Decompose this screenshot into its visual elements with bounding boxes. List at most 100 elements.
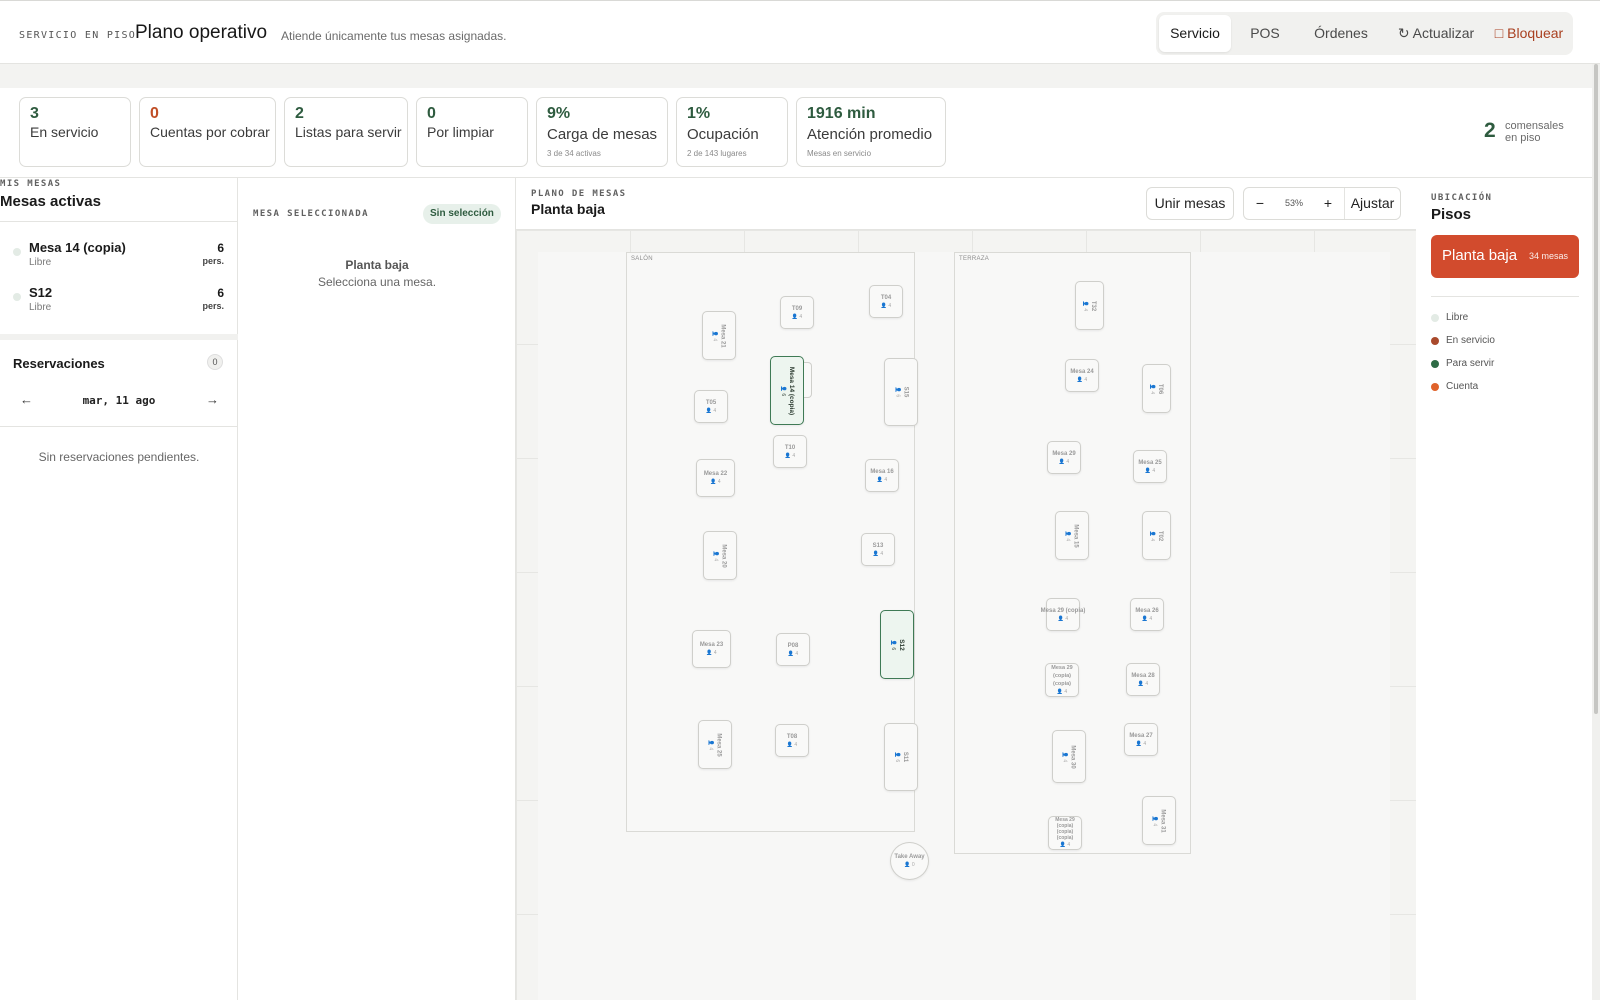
table-s11[interactable]: S11 👤 6 [884,723,918,791]
table-mesa-29-copia-copia-copia[interactable]: Mesa 29 (copia) (copia) (copia) 👤 4 [1048,816,1082,850]
table-capacity: 👤 4 [706,650,717,656]
table-label: Mesa 29 [1052,450,1076,457]
table-t05[interactable]: T05 👤 4 [694,390,728,423]
zoom-out-button[interactable]: − [1244,188,1276,219]
table-t06[interactable]: T06 👤 4 [1142,364,1171,413]
divider [0,221,238,222]
capacity-value: 4 [880,550,884,557]
capacity-value: 4 [1152,467,1156,474]
table-t09[interactable]: T09 👤 4 [780,296,814,329]
stat-value: 9% [547,105,571,122]
table-capacity: 👤 6 [894,751,900,763]
table-mesa-29[interactable]: Mesa 29 👤 4 [1047,441,1081,474]
stat-note: 2 de 143 lugares [687,149,747,158]
table-s13[interactable]: S13 👤 4 [861,533,895,566]
legend-label: Cuenta [1446,381,1479,392]
table-status: Libre [29,302,52,313]
zoom-in-button[interactable]: + [1312,188,1344,219]
table-mesa-26[interactable]: Mesa 26 👤 4 [1130,598,1164,631]
status-dot [13,248,21,256]
table-mesa-16[interactable]: Mesa 16 👤 4 [865,459,899,492]
capacity-value: 4 [1149,537,1156,541]
table-capacity: 👤 4 [1059,842,1071,848]
table-label: Mesa 15 [1072,523,1079,548]
nav-servicio[interactable]: Servicio [1159,15,1231,52]
table-mesa-21[interactable]: Mesa 21 👤 4 [702,311,736,360]
panel-eyebrow: PLANO DE MESAS [531,189,627,199]
merge-tables-button[interactable]: Unir mesas [1146,187,1234,220]
active-table-row[interactable]: S12 Libre 6 pers. [0,283,238,323]
table-mesa-15[interactable]: Mesa 15 👤 4 [1055,511,1089,560]
table-label: Mesa 14 (copia) [788,366,796,415]
table-label: Mesa 23 [699,642,724,648]
table-mesa-28[interactable]: Mesa 28 👤 4 [1126,663,1160,696]
lock-button[interactable]: □ Bloquear [1488,15,1570,52]
table-capacity: 👤 4 [872,550,884,557]
nav-ordenes[interactable]: Órdenes [1299,15,1383,52]
table-capacity: 👤 4 [791,313,803,320]
stat-atencion: 1916 min Atención promedio Mesas en serv… [796,97,946,167]
floor-plan-panel: PLANO DE MESAS Planta baja Unir mesas − … [516,178,1416,1000]
table-t10[interactable]: T10 👤 4 [773,435,807,468]
table-mesa-24[interactable]: Mesa 24 👤 4 [1065,359,1099,392]
stat-value: 1916 min [807,105,876,122]
capacity-value: 6 [889,646,896,650]
table-label: T09 [791,305,803,312]
table-label: Mesa 26 [1135,607,1159,614]
capacity-value: 4 [795,650,799,657]
table-mesa-25-terraza[interactable]: Mesa 25 👤 4 [1133,450,1167,483]
table-t32[interactable]: T32 👤 4 [1075,281,1104,330]
table-capacity: 👤 4 [786,741,798,748]
floor-planta-baja-button[interactable]: Planta baja 34 mesas [1431,235,1579,278]
table-p08[interactable]: P08 👤 4 [776,633,810,666]
table-mesa-22[interactable]: Mesa 22 👤 4 [696,459,735,497]
table-mesa-30[interactable]: Mesa 30 👤 4 [1052,730,1086,783]
stat-note: Mesas en servicio [807,149,872,158]
table-capacity: 👤 6 [780,385,787,396]
capacity-value: 4 [1149,390,1156,394]
table-label: T10 [784,444,796,451]
drag-handle[interactable] [804,362,812,398]
table-t02[interactable]: T02 👤 4 [1142,511,1171,560]
table-s15[interactable]: S15 👤 6 [884,358,918,426]
floor-plan-canvas[interactable]: SALÓN TERRAZA Mesa 21 👤 4 T09 👤 4 T04 👤 4 M… [516,230,1416,1000]
table-name: S12 [29,285,53,300]
next-day-arrow-icon[interactable]: → [206,392,219,407]
table-mesa-29-copia-copia[interactable]: Mesa 29 (copia) (copia) 👤 4 [1045,663,1079,697]
reservations-date: mar, 11 ago [82,394,156,407]
capacity-value: 6 [780,392,787,396]
capacity-unit: pers. [202,301,224,311]
table-mesa-20[interactable]: Mesa 20 👤 4 [703,531,737,580]
table-mesa-23[interactable]: Mesa 23 👤 4 [692,630,731,668]
table-label: T04 [880,294,892,301]
table-mesa-27[interactable]: Mesa 27 👤 4 [1124,723,1158,756]
stat-value: 2 [295,105,304,122]
fit-button[interactable]: Ajustar [1344,188,1401,219]
table-capacity: 👤 4 [880,302,892,309]
stat-value: 0 [427,105,436,122]
table-label: Mesa 24 [1070,368,1094,375]
capacity-value: 4 [1067,842,1071,848]
table-mesa-14-copia[interactable]: Mesa 14 (copia) 👤 6 [770,356,804,425]
capacity-value: 6 [894,759,900,763]
stats-bar: 3 En servicio 0 Cuentas por cobrar 2 Lis… [0,88,1592,178]
floor-table-count: 34 mesas [1528,251,1568,261]
panel-title: Pisos [1431,206,1472,223]
capacity-value: 4 [707,746,714,750]
active-table-row[interactable]: Mesa 14 (copia) Libre 6 pers. [0,238,238,278]
nav-pos[interactable]: POS [1236,15,1294,52]
table-label: S15 [902,386,908,398]
scrollbar-thumb[interactable] [1594,64,1598,714]
table-capacity: 👤 4 [1137,680,1149,687]
table-t08[interactable]: T08 👤 4 [775,724,809,757]
table-t04[interactable]: T04 👤 4 [869,285,903,318]
capacity-value: 4 [1149,615,1153,622]
table-take-away[interactable]: Take Away 👤 0 [890,842,929,880]
table-s12[interactable]: S12 👤 6 [880,610,914,679]
table-mesa-31[interactable]: Mesa 31 👤 4 [1142,796,1176,845]
refresh-button[interactable]: ↻ Actualizar [1388,15,1484,52]
table-mesa-25-salon[interactable]: Mesa 25 👤 4 [698,720,732,769]
table-mesa-29-copia[interactable]: Mesa 29 (copia) 👤 4 [1041,598,1085,631]
table-capacity: 👤 4 [1082,300,1089,311]
stat-label: Atención promedio [807,126,933,143]
